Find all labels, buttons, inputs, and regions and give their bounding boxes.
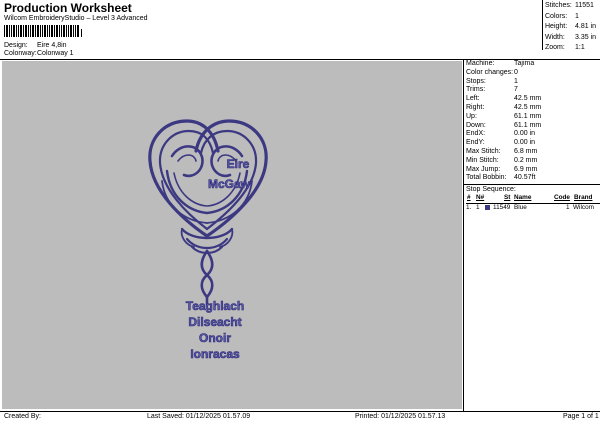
- info-value: 0.2 mm: [514, 156, 538, 164]
- info-value: 0: [514, 68, 518, 76]
- stat-label: Height:: [545, 23, 568, 30]
- info-label: Max Jump:: [466, 165, 501, 173]
- info-value: 42.5 mm: [514, 103, 542, 111]
- info-label: Trims:: [466, 86, 486, 94]
- software-subtitle: Wilcom EmbroideryStudio – Level 3 Advanc…: [4, 15, 148, 22]
- design-text-eire: Eire: [226, 157, 250, 172]
- stat-value: 11551: [575, 2, 594, 9]
- stat-value: 4.81 in: [575, 23, 597, 30]
- thread-color-swatch: [485, 205, 490, 210]
- stats-panel: Stitches: 11551 Colors: 1 Height: 4.81 in W…: [545, 2, 600, 55]
- info-label: Total Bobbin:: [466, 174, 507, 182]
- stat-label: Colors:: [545, 12, 568, 20]
- col-header: Brand: [574, 194, 593, 201]
- machine-info-panel: Machine: Tajima Color changes: 0 Stops: 1 T…: [466, 60, 600, 183]
- stat-label: Width:: [545, 33, 565, 41]
- row-code: 1: [566, 204, 570, 211]
- panel-divider: [463, 59, 464, 411]
- info-label: Down:: [466, 121, 486, 129]
- info-value: 0.00 in: [514, 139, 536, 147]
- info-value: 1: [514, 77, 518, 85]
- design-text-dilseacht: Dilseacht: [188, 315, 242, 330]
- info-value: Tajima: [514, 60, 535, 67]
- col-header: Code: [554, 194, 570, 201]
- col-header: Name: [514, 194, 532, 201]
- info-label: EndX:: [466, 130, 486, 138]
- info-value: 6.9 mm: [514, 165, 538, 173]
- design-text-ionracas: Ionracas: [190, 347, 240, 362]
- info-label: Left:: [466, 95, 480, 103]
- colorway-label: Colonway:: [4, 50, 37, 57]
- created-by: Created By:: [4, 413, 41, 420]
- table-row: 1. 1 11549 Blue 1 Wilcom: [466, 204, 600, 213]
- info-divider: [464, 184, 600, 185]
- info-value: 6.8 mm: [514, 147, 538, 155]
- info-label: Stops:: [466, 77, 486, 85]
- stats-divider: [542, 0, 543, 50]
- info-label: Machine:: [466, 60, 495, 67]
- stat-label: Stitches:: [545, 2, 572, 9]
- stat-value: 1:1: [575, 44, 585, 51]
- design-canvas[interactable]: Eire McGaw Teaghlach Dilseacht Onoir Ion…: [2, 61, 462, 409]
- info-value: 0.00 in: [514, 130, 536, 138]
- info-value: 42.5 mm: [514, 95, 542, 103]
- row-num: 1.: [466, 204, 472, 211]
- stop-sequence-title: Stop Sequence:: [466, 186, 516, 193]
- printed: Printed: 01/12/2025 01.57.13: [355, 413, 446, 420]
- info-value: 40.57ft: [514, 174, 536, 182]
- info-label: Right:: [466, 103, 485, 111]
- barcode: [4, 25, 82, 37]
- row-stitches: 11549: [493, 204, 511, 211]
- info-label: Color changes:: [466, 68, 514, 76]
- stop-sequence-table: # N# St Name Code Brand 1. 1 11549 Blue …: [466, 194, 600, 213]
- row-n: 1: [476, 204, 480, 211]
- page-title: Production Worksheet: [4, 1, 132, 15]
- footer: Created By: Last Saved: 01/12/2025 01.57…: [0, 412, 600, 424]
- info-label: Max Stitch:: [466, 147, 501, 155]
- design-label: Design:: [4, 42, 28, 49]
- col-header: St: [504, 194, 511, 201]
- info-value: 7: [514, 86, 518, 94]
- last-saved: Last Saved: 01/12/2025 01.57.09: [147, 413, 251, 420]
- row-name: Blue: [514, 204, 527, 211]
- col-header: N#: [476, 194, 485, 201]
- row-brand: Wilcom: [573, 204, 594, 211]
- colorway-value: Colonway 1: [37, 50, 74, 57]
- page-number: Page 1 of 1: [563, 413, 599, 420]
- info-label: Min Stitch:: [466, 156, 499, 164]
- stat-value: 3.35 in: [575, 33, 597, 41]
- design-text-mcgaw: McGaw: [207, 177, 251, 192]
- stat-value: 1: [575, 12, 579, 20]
- info-value: 61.1 mm: [514, 121, 542, 129]
- info-value: 61.1 mm: [514, 112, 542, 120]
- stat-label: Zoom:: [545, 44, 565, 51]
- design-text-teaghlach: Teaghlach: [185, 299, 245, 314]
- info-label: Up:: [466, 112, 477, 120]
- design-value: Eire 4,8in: [37, 42, 67, 49]
- col-header: #: [467, 194, 471, 201]
- design-text-onoir: Onoir: [199, 331, 232, 346]
- info-label: EndY:: [466, 139, 485, 147]
- stop-sequence-header: # N# St Name Code Brand: [466, 194, 600, 204]
